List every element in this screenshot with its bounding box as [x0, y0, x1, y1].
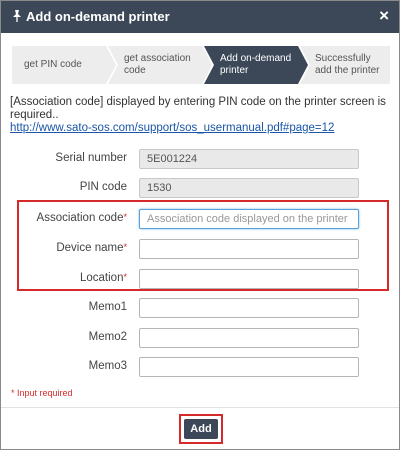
- association-code-label-text: Association code: [36, 212, 124, 224]
- association-code-input[interactable]: [139, 209, 359, 229]
- required-mark: *: [123, 212, 127, 222]
- memo3-input[interactable]: [139, 357, 359, 377]
- memo2-label: Memo2: [88, 331, 127, 343]
- association-code-row: Association code*: [1, 209, 399, 229]
- location-row: Location*: [1, 269, 399, 289]
- user-manual-link[interactable]: http://www.sato-sos.com/support/sos_user…: [10, 122, 334, 134]
- association-code-label: Association code*: [37, 212, 127, 224]
- pin-code-label: PIN code: [79, 181, 127, 193]
- close-icon[interactable]: ×: [379, 6, 389, 26]
- device-name-row: Device name*: [1, 239, 399, 259]
- memo1-input[interactable]: [139, 298, 359, 318]
- pin-icon: [13, 10, 21, 22]
- add-button[interactable]: Add: [184, 419, 218, 439]
- dialog-titlebar: Add on-demand printer ×: [1, 1, 399, 33]
- memo1-row: Memo1: [1, 298, 399, 318]
- step-label-add-printer: Add on-demand printer: [220, 53, 292, 76]
- memo3-label: Memo3: [88, 360, 127, 372]
- location-label-text: Location: [80, 272, 124, 284]
- required-mark: *: [123, 242, 127, 252]
- device-name-label: Device name*: [56, 242, 127, 254]
- memo1-label: Memo1: [88, 301, 127, 313]
- device-name-label-text: Device name: [56, 242, 124, 254]
- required-note: * Input required: [11, 388, 73, 398]
- intro-message: [Association code] displayed by entering…: [10, 96, 386, 121]
- step-label-get-association: get association code: [124, 53, 191, 76]
- step-label-success: Successfully add the printer: [315, 53, 380, 76]
- step-label-get-pin: get PIN code: [24, 59, 82, 70]
- pin-code-row: PIN code: [1, 178, 399, 198]
- pin-code-field: [139, 178, 359, 198]
- intro-text: [Association code] displayed by entering…: [10, 96, 395, 135]
- step-progress: get PIN code get association code Add on…: [12, 46, 390, 84]
- add-printer-dialog: Add on-demand printer × get PIN code get…: [0, 0, 400, 450]
- dialog-title: Add on-demand printer: [26, 9, 170, 24]
- location-label: Location*: [80, 272, 127, 284]
- footer-divider: [1, 407, 399, 408]
- add-button-highlight: Add: [179, 414, 223, 444]
- serial-number-field: [139, 149, 359, 169]
- location-input[interactable]: [139, 269, 359, 289]
- serial-number-label: Serial number: [55, 152, 127, 164]
- memo3-row: Memo3: [1, 357, 399, 377]
- serial-number-row: Serial number: [1, 149, 399, 169]
- memo2-input[interactable]: [139, 328, 359, 348]
- device-name-input[interactable]: [139, 239, 359, 259]
- required-mark: *: [123, 272, 127, 282]
- memo2-row: Memo2: [1, 328, 399, 348]
